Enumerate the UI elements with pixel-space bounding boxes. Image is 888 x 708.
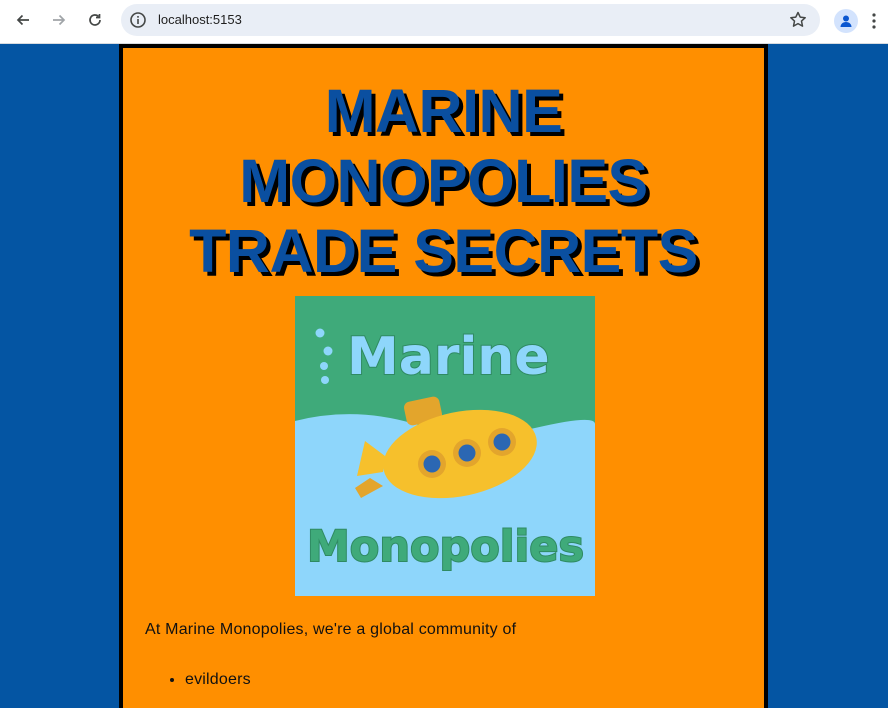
intro-text: At Marine Monopolies, we're a global com… bbox=[145, 621, 517, 638]
title-line-1: MARINE bbox=[324, 77, 563, 145]
page-title: MARINE MONOPOLIES TRADE SECRETS bbox=[123, 76, 764, 286]
title-line-3: TRADE SECRETS bbox=[189, 217, 698, 285]
logo-top-text: Marine bbox=[347, 327, 550, 387]
address-bar[interactable]: localhost:5153 bbox=[121, 4, 820, 36]
content-panel: MARINE MONOPOLIES TRADE SECRETS Marine M… bbox=[119, 44, 768, 708]
back-button[interactable] bbox=[9, 6, 37, 34]
reload-button[interactable] bbox=[81, 6, 109, 34]
profile-button[interactable] bbox=[834, 9, 858, 33]
menu-button[interactable] bbox=[868, 10, 880, 32]
info-icon[interactable] bbox=[129, 11, 147, 29]
reload-icon bbox=[89, 14, 101, 26]
browser-toolbar: localhost:5153 bbox=[0, 0, 888, 44]
marine-monopolies-logo: Marine Monopolies bbox=[295, 296, 595, 596]
title-line-2: MONOPOLIES bbox=[239, 147, 648, 215]
kebab-menu-icon bbox=[872, 13, 876, 29]
forward-button[interactable] bbox=[45, 6, 73, 34]
back-arrow-icon bbox=[16, 14, 29, 26]
star-icon[interactable] bbox=[788, 10, 808, 30]
list-item: evildoers bbox=[185, 660, 251, 700]
logo-bottom-text: Monopolies bbox=[307, 522, 584, 572]
forward-arrow-icon bbox=[53, 14, 66, 26]
profile-icon bbox=[840, 15, 852, 27]
community-list: evildoers bbox=[145, 660, 251, 700]
url-text[interactable]: localhost:5153 bbox=[158, 12, 242, 27]
